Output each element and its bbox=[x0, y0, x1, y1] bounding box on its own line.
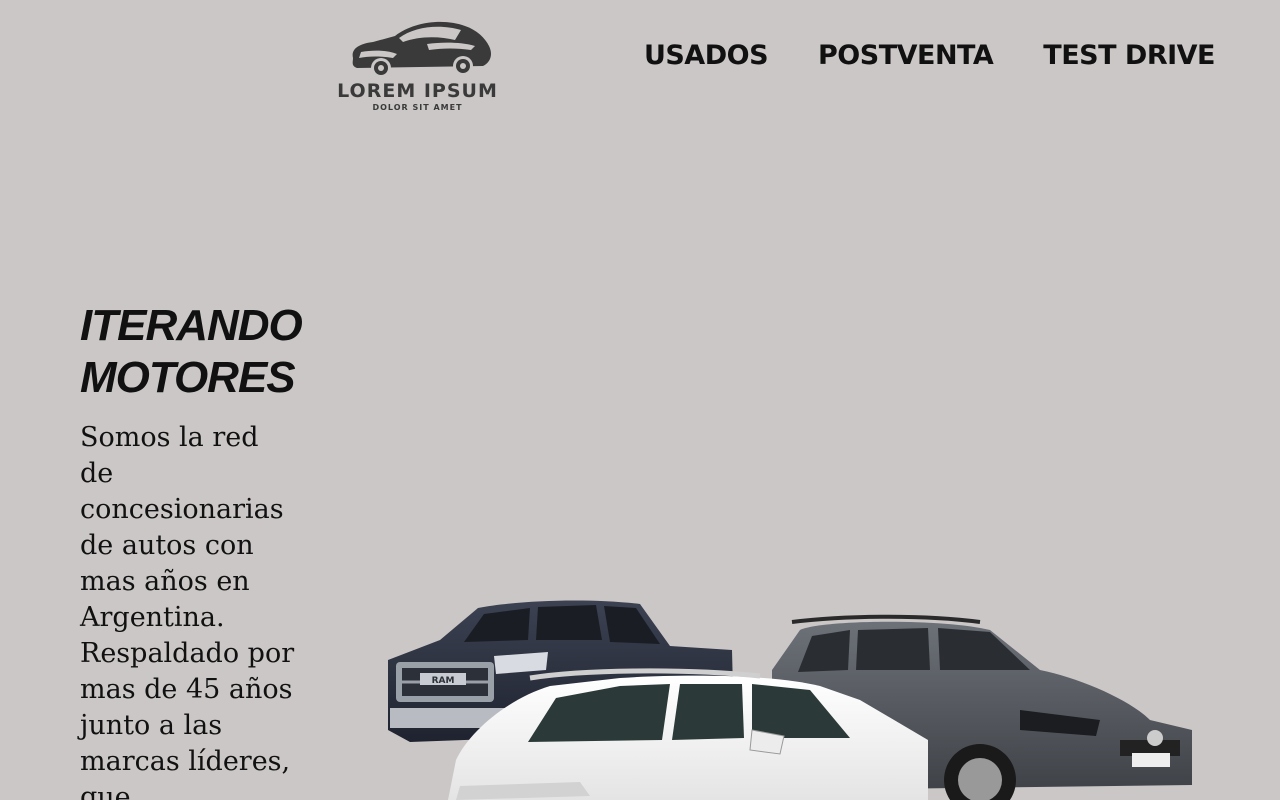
logo-title: LOREM IPSUM bbox=[337, 80, 498, 102]
hero-title-line1: ITERANDO bbox=[80, 301, 303, 350]
cars-lineup-image: RAM bbox=[380, 590, 1210, 800]
hero-title-line2: MOTORES bbox=[80, 353, 296, 402]
sports-car-icon bbox=[352, 21, 491, 78]
ram-badge: RAM bbox=[432, 676, 455, 686]
nav-usados[interactable]: USADOS bbox=[644, 40, 769, 71]
logo-subtitle: DOLOR SIT AMET bbox=[372, 103, 463, 112]
hero-title: ITERANDO MOTORES bbox=[80, 300, 340, 404]
main-nav: USADOS POSTVENTA TEST DRIVE bbox=[644, 40, 1216, 71]
page: LOREM IPSUM DOLOR SIT AMET USADOS POSTVE… bbox=[0, 0, 1280, 800]
nav-postventa[interactable]: POSTVENTA bbox=[818, 40, 994, 71]
logo[interactable]: LOREM IPSUM DOLOR SIT AMET bbox=[330, 14, 505, 118]
hero-description: Somos la red de concesionarias de autos … bbox=[80, 422, 295, 800]
nav-test-drive[interactable]: TEST DRIVE bbox=[1043, 40, 1215, 71]
